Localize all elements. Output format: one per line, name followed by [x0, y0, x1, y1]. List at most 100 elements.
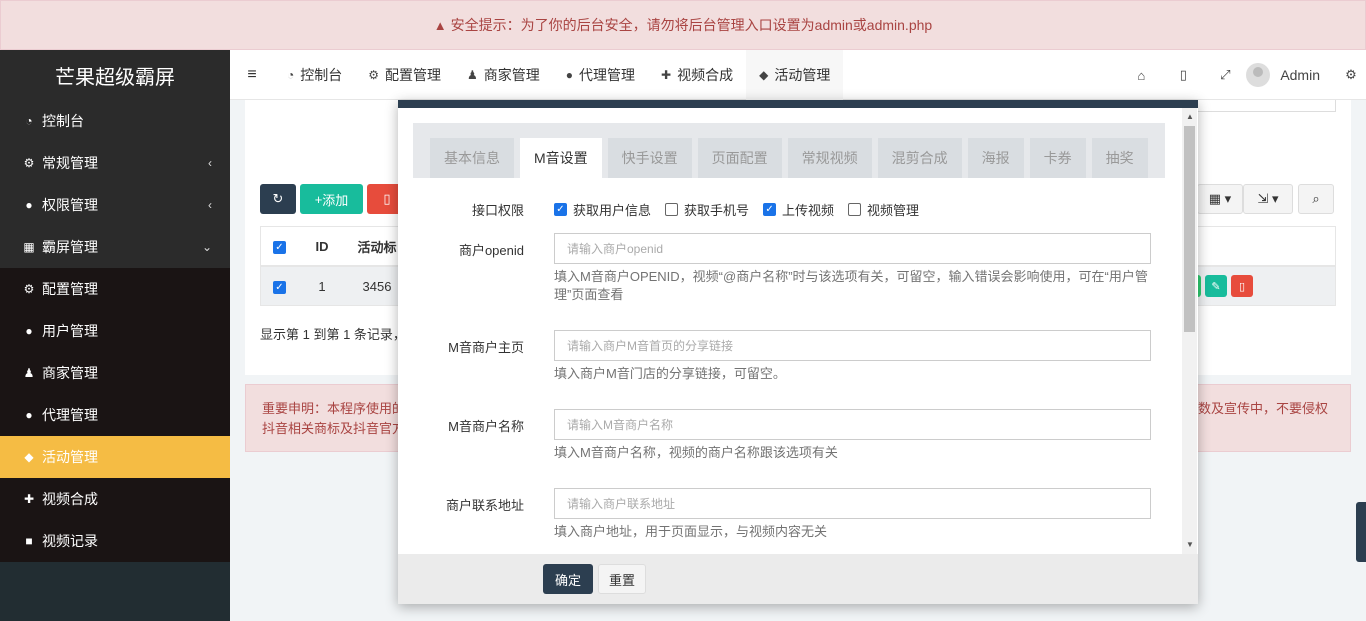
modal-scrollbar[interactable]: ▲ ▼	[1182, 108, 1197, 554]
export-button[interactable]: ⇲ ▾	[1243, 184, 1293, 214]
tab-dashboard[interactable]: ◔ 控制台	[274, 50, 355, 100]
sidebar-item-merchants[interactable]: ♟ 商家管理	[0, 352, 230, 394]
tab-page-config[interactable]: 页面配置	[697, 138, 782, 178]
permission-label: 接口权限	[471, 203, 524, 218]
tab-m-settings[interactable]: M音设置	[520, 138, 602, 178]
address-input[interactable]: 请输入商户联系地址	[554, 488, 1151, 519]
reset-button[interactable]: 重置	[598, 564, 646, 594]
tab-regular-video[interactable]: 常规视频	[787, 138, 872, 178]
chevron-left-icon: ‹	[208, 156, 212, 170]
tab-label: 活动管理	[774, 66, 831, 83]
permission-checks: ✓ 获取用户信息 获取手机号 ✓ 上传视频 视频管理	[554, 200, 933, 219]
row-checkbox[interactable]: ✓	[273, 281, 286, 294]
sidebar-item-label: 霸屏管理	[42, 239, 98, 255]
tab-basic-info[interactable]: 基本信息	[430, 138, 514, 178]
sidebar-item-config[interactable]: ⚙ 配置管理	[0, 268, 230, 310]
settings-icon[interactable]: ⚙	[1336, 67, 1366, 83]
export-icon: ⇲ ▾	[1257, 191, 1279, 206]
sidebar-menu: ◔ 控制台 ⚙ 常规管理 ‹ ● 权限管理 ‹ ▦ 霸屏管理 ⌄	[0, 100, 230, 268]
openid-help: 填入M音商户OPENID，视频“@商户名称”时与该选项有关，可留空，输入错误会影…	[554, 269, 1148, 302]
tab-label: 商家管理	[483, 66, 540, 83]
checkbox-checked[interactable]: ✓	[763, 203, 777, 216]
home-icon[interactable]: ⌂	[1120, 68, 1162, 83]
tab-kuaishou-settings[interactable]: 快手设置	[607, 138, 692, 178]
add-button[interactable]: + 添加	[300, 184, 363, 214]
sidebar-item-general[interactable]: ⚙ 常规管理 ‹	[0, 142, 230, 184]
columns-button[interactable]: ▦ ▾	[1197, 184, 1243, 214]
brand-logo[interactable]: 芒果超级霸屏	[0, 50, 230, 100]
edit-modal: 基本信息 M音设置 快手设置 页面配置 常规视频 混剪合成 海报 卡券 抽奖 接…	[398, 100, 1198, 604]
user-icon: ●	[25, 324, 33, 338]
tab-config[interactable]: ⚙ 配置管理	[355, 50, 454, 100]
add-button-label: 添加	[322, 192, 349, 208]
merchant-name-row: M音商户名称 请输入M音商户名称 填入M音商户名称，视频的商户名称跟该选项有关	[413, 409, 1175, 469]
sidebar-item-permission[interactable]: ● 权限管理 ‹	[0, 184, 230, 226]
dashboard-icon: ◔	[287, 67, 295, 82]
tab-poster[interactable]: 海报	[967, 138, 1024, 178]
row-id: 1	[318, 278, 326, 294]
tab-activities[interactable]: ◆ 活动管理	[746, 49, 844, 100]
users-icon: ●	[25, 408, 33, 422]
sidebar-item-dashboard[interactable]: ◔ 控制台	[0, 100, 230, 142]
checkbox-checked[interactable]: ✓	[554, 203, 567, 216]
search-button[interactable]: ⌕	[1298, 184, 1334, 214]
sidebar-item-video-records[interactable]: ■ 视频记录	[0, 520, 230, 562]
tab-coupon[interactable]: 卡券	[1029, 138, 1086, 178]
homepage-row: M音商户主页 请输入商户M音首页的分享链接 填入商户M音门店的分享链接，可留空。	[413, 330, 1175, 390]
sidebar-item-users[interactable]: ● 用户管理	[0, 310, 230, 352]
tab-mix-compose[interactable]: 混剪合成	[877, 138, 962, 178]
tab-merchants[interactable]: ♟ 商家管理	[454, 50, 553, 100]
select-all-checkbox[interactable]: ✓	[273, 241, 286, 254]
merchant-name-help: 填入M音商户名称，视频的商户名称跟该选项有关	[554, 445, 838, 460]
modal-footer: 确定 重置	[398, 554, 1198, 604]
sidebar-item-label: 常规管理	[42, 155, 98, 171]
confirm-button[interactable]: 确定	[543, 564, 593, 594]
sidebar-item-video-compose[interactable]: ✚ 视频合成	[0, 478, 230, 520]
tab-video-compose[interactable]: ✚ 视频合成	[648, 50, 746, 100]
scroll-thumb[interactable]	[1184, 126, 1195, 332]
check-upload-video[interactable]: ✓ 上传视频	[763, 200, 834, 219]
grid-icon: ▦ ▾	[1208, 191, 1232, 206]
refresh-button[interactable]: ↻	[260, 184, 296, 214]
modal-header[interactable]	[398, 100, 1198, 108]
check-video-manage[interactable]: 视频管理	[848, 200, 919, 219]
sidebar-item-label: 用户管理	[42, 323, 98, 339]
edge-widget[interactable]	[1356, 502, 1366, 562]
sidebar-item-label: 视频记录	[42, 533, 98, 549]
openid-input[interactable]: 请输入商户openid	[554, 233, 1151, 264]
edit-icon[interactable]: ✎	[1205, 275, 1227, 297]
tab-lottery[interactable]: 抽奖	[1091, 138, 1148, 178]
avatar[interactable]	[1246, 63, 1271, 87]
check-user-info[interactable]: ✓ 获取用户信息	[554, 200, 651, 219]
sidebar-item-agents[interactable]: ● 代理管理	[0, 394, 230, 436]
homepage-input[interactable]: 请输入商户M音首页的分享链接	[554, 330, 1151, 361]
sidebar-item-activities[interactable]: ◆ 活动管理	[0, 436, 230, 478]
delete-icon[interactable]: ▯	[1231, 275, 1253, 297]
tab-label: 视频合成	[677, 66, 734, 83]
warning-icon: ▲	[433, 17, 447, 33]
menu-toggle-icon[interactable]: ≡	[230, 66, 274, 84]
scroll-down-icon[interactable]: ▼	[1186, 540, 1194, 549]
permission-row: 接口权限 ✓ 获取用户信息 获取手机号 ✓ 上传视频 视频管理	[413, 200, 1175, 220]
checkbox-unchecked[interactable]	[665, 203, 679, 216]
top-navbar: ≡ ◔ 控制台 ⚙ 配置管理 ♟ 商家管理 ● 代理管理 ✚ 视频合成 ◆ 活动…	[230, 49, 1366, 100]
refresh-icon: ↻	[272, 191, 284, 206]
modal-body: 基本信息 M音设置 快手设置 页面配置 常规视频 混剪合成 海报 卡券 抽奖 接…	[413, 123, 1175, 553]
address-help: 填入商户地址，用于页面显示，与视频内容无关	[554, 524, 828, 539]
sidebar-item-screen[interactable]: ▦ 霸屏管理 ⌄	[0, 226, 230, 268]
homepage-label: M音商户主页	[448, 340, 524, 355]
checkbox-unchecked[interactable]	[848, 203, 862, 216]
tab-agents[interactable]: ● 代理管理	[553, 50, 648, 100]
check-label: 获取用户信息	[573, 203, 652, 218]
fullscreen-icon[interactable]: ⤢	[1204, 67, 1246, 83]
user-name[interactable]: Admin	[1280, 67, 1320, 83]
gear-icon: ⚙	[23, 282, 35, 296]
sidebar: 芒果超级霸屏 ◔ 控制台 ⚙ 常规管理 ‹ ● 权限管理 ‹ ▦ 霸屏管理 ⌄ …	[0, 50, 230, 621]
check-phone[interactable]: 获取手机号	[665, 200, 749, 219]
merchant-name-input[interactable]: 请输入M音商户名称	[554, 409, 1151, 440]
trash-icon[interactable]: ▯	[1162, 67, 1204, 83]
sidebar-item-label: 视频合成	[42, 491, 98, 507]
scroll-up-icon[interactable]: ▲	[1186, 112, 1194, 121]
security-alert: ▲ 安全提示：为了你的后台安全，请勿将后台管理入口设置为admin或admin.…	[0, 0, 1366, 50]
check-label: 获取手机号	[684, 203, 750, 218]
